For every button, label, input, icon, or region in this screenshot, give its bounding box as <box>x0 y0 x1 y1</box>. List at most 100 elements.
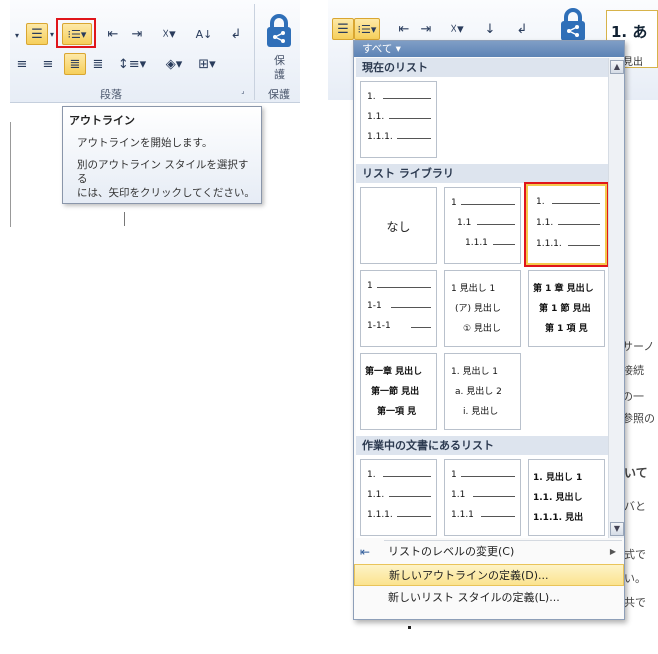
outline-tooltip: アウトライン アウトラインを開始します。 別のアウトライン スタイルを選択する … <box>62 106 262 204</box>
list-tile-library-3[interactable]: 1. 1.1. 1.1.1. <box>524 182 608 267</box>
tile-level1: 1. <box>367 470 376 480</box>
change-level-label: リストのレベルの変更(C) <box>388 545 515 558</box>
sort-button[interactable]: ↓ <box>480 18 500 40</box>
numbered-list-icon: ☰ <box>31 26 43 42</box>
doc-fragment: 共で <box>624 596 646 609</box>
line-spacing-icon: ↕≡▾ <box>117 56 147 72</box>
align-right-icon: ≡ <box>42 56 54 72</box>
list-tile-doc-1[interactable]: 1. 1.1. 1.1.1. <box>360 459 437 536</box>
shading-button[interactable]: ◈▾ <box>160 53 188 75</box>
new-outline-label: 新しいアウトラインの定義(D)... <box>389 569 549 582</box>
lock-icon[interactable] <box>264 14 294 48</box>
margin-guide <box>10 122 11 227</box>
tile-level2: 1.1. <box>367 490 385 500</box>
align-right-button[interactable]: ≡ <box>38 53 58 75</box>
highlight-box <box>56 18 96 48</box>
new-list-style-label: 新しいリスト スタイルの定義(L)... <box>388 591 560 604</box>
tile-rule <box>389 118 431 119</box>
tile-rule <box>558 224 600 225</box>
tile-rule <box>493 244 515 245</box>
distributed-button[interactable]: ≣ <box>88 53 108 75</box>
lock-icon[interactable] <box>558 8 588 42</box>
align-left-button[interactable]: ≡ <box>12 53 32 75</box>
tile-rule <box>391 307 431 308</box>
menu-new-outline[interactable]: 新しいアウトラインの定義(D)... <box>354 564 624 586</box>
cursor-mark <box>124 212 125 226</box>
ribbon-arrow[interactable]: ▾ <box>12 24 22 46</box>
tile-level2: 1.1 <box>451 490 466 500</box>
tile-level1: 1 <box>451 198 457 208</box>
paragraph-mark-icon: ↲ <box>516 21 528 37</box>
tile-level3: 1-1-1 <box>367 321 391 331</box>
tile-level1: 1 見出し 1 <box>451 284 496 294</box>
doc-fragment: いて <box>624 466 648 480</box>
increase-indent-button[interactable]: ⇥ <box>416 18 436 40</box>
tile-level2: (ア) 見出し <box>455 304 501 314</box>
style-heading-sample: 1. あ <box>611 23 648 41</box>
list-tile-library-6[interactable]: 第 1 章 見出し 第 1 節 見出 第 1 項 見 <box>528 270 605 347</box>
list-tile-library-5[interactable]: 1 見出し 1 (ア) 見出し ① 見出し <box>444 270 521 347</box>
list-tile-none[interactable]: なし <box>360 187 437 264</box>
increase-indent-icon: ⇥ <box>420 21 432 37</box>
tile-level3: i. 見出し <box>463 407 499 417</box>
show-marks-button[interactable]: ↲ <box>512 18 532 40</box>
tooltip-line-2a: 別のアウトライン スタイルを選択する <box>77 159 249 185</box>
tile-level2: 1.1 <box>457 218 472 228</box>
line-spacing-button[interactable]: ↕≡▾ <box>118 53 146 75</box>
list-tile-current[interactable]: 1. 1.1. 1.1.1. <box>360 81 437 158</box>
tile-rule <box>383 98 431 99</box>
tile-level3: 1.1.1. <box>367 132 393 142</box>
tooltip-line-1: アウトラインを開始します。 <box>77 137 213 149</box>
sort-button[interactable]: A↓ <box>192 23 216 45</box>
menu-change-list-level[interactable]: ⇤ リストのレベルの変更(C) ▶ <box>354 541 624 563</box>
tile-rule <box>411 327 431 328</box>
tile-level2: 第一節 見出 <box>371 387 420 397</box>
list-tile-library-4[interactable]: 1 1-1 1-1-1 <box>360 270 437 347</box>
tile-level2: 第 1 節 見出 <box>539 304 591 314</box>
protect-button-label-2[interactable]: 護 <box>274 66 285 82</box>
multilevel-list-dropdown[interactable]: すべて ▾ 現在のリスト 1. 1.1. 1.1.1. リスト ライブラリ なし… <box>353 40 625 620</box>
doc-fragment: の一 <box>622 390 644 403</box>
doc-fragment: 式で <box>624 548 646 561</box>
multilevel-list-button[interactable]: ⁝☰▾ <box>354 18 380 40</box>
tile-level1: 1. <box>536 197 545 207</box>
style-heading-label: 見出 <box>623 57 643 68</box>
tile-level2: 1.1. <box>536 218 554 228</box>
decrease-indent-button[interactable]: ⇤ <box>102 23 124 45</box>
justify-button[interactable]: ≣ <box>64 53 86 75</box>
decrease-indent-button[interactable]: ⇤ <box>394 18 414 40</box>
numbering-dropdown-arrow[interactable]: ▾ <box>48 23 56 45</box>
list-tile-doc-3[interactable]: 1. 見出し 1 1.1. 見出し 1.1.1. 見出 <box>528 459 605 536</box>
filter-all-button[interactable]: すべて ▾ <box>354 41 624 57</box>
tile-level2: 1.1. <box>367 112 385 122</box>
increase-indent-button[interactable]: ⇥ <box>126 23 148 45</box>
asian-layout-button[interactable]: ☓▾ <box>156 23 182 45</box>
numbering-button[interactable]: ☰ <box>26 23 48 45</box>
asian-layout-button[interactable]: ☓▾ <box>444 18 470 40</box>
tile-level3: 第 1 項 見 <box>545 324 588 334</box>
decrease-indent-icon: ⇤ <box>107 26 119 42</box>
borders-button[interactable]: ⊞▾ <box>194 53 220 75</box>
tile-level1: 1 <box>367 281 373 291</box>
tile-level3: 1.1.1 <box>465 238 488 248</box>
paragraph-dialog-launcher[interactable]: ⌟ <box>238 86 248 96</box>
scroll-up-icon[interactable]: ▲ <box>610 60 624 74</box>
align-left-icon: ≡ <box>16 56 28 72</box>
list-gallery[interactable]: 現在のリスト 1. 1.1. 1.1.1. リスト ライブラリ なし 1 1.1… <box>356 58 608 538</box>
cursor-mark <box>408 626 411 629</box>
doc-fragment: バと <box>624 500 646 513</box>
tile-level1: 第一章 見出し <box>365 367 423 377</box>
numbering-button[interactable]: ☰ <box>332 18 354 40</box>
menu-new-list-style[interactable]: 新しいリスト スタイルの定義(L)... <box>354 587 624 609</box>
gallery-scrollbar[interactable]: ▲ ▼ <box>608 58 624 538</box>
list-tile-library-7[interactable]: 第一章 見出し 第一節 見出 第一項 見 <box>360 353 437 430</box>
asian-layout-icon: ☓▾ <box>162 26 176 42</box>
tile-rule <box>477 224 515 225</box>
show-marks-button[interactable]: ↲ <box>226 23 246 45</box>
scroll-down-icon[interactable]: ▼ <box>610 522 624 536</box>
list-tile-doc-2[interactable]: 1 1.1 1.1.1 <box>444 459 521 536</box>
tile-level1: 1. <box>367 92 376 102</box>
list-tile-library-8[interactable]: 1. 見出し 1 a. 見出し 2 i. 見出し <box>444 353 521 430</box>
list-tile-library-2[interactable]: 1 1.1 1.1.1 <box>444 187 521 264</box>
ribbon-paragraph-group: ▾ ☰ ▾ ⁝☰▾ ⇤ ⇥ ☓▾ A↓ ↲ ≡ ≡ ≣ ≣ ↕≡▾ ◈▾ ⊞▾ … <box>10 0 300 103</box>
